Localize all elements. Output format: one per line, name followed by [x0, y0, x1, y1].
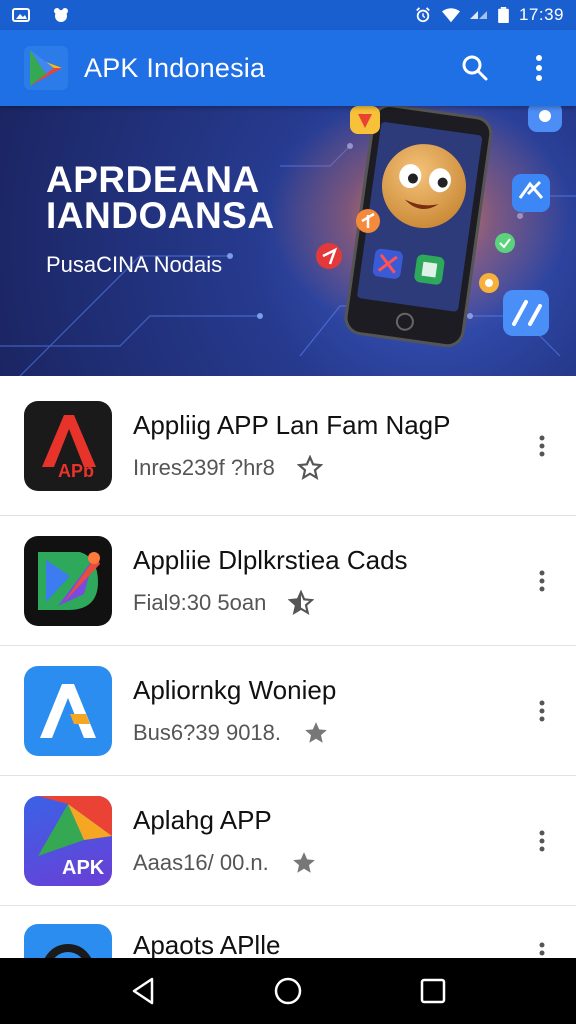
star-outline-icon[interactable]	[296, 455, 323, 481]
app-actions	[458, 51, 556, 85]
app-bar: APK Indonesia	[0, 30, 576, 106]
adobe-style-app-glyph: APb	[42, 414, 96, 481]
search-button[interactable]	[458, 51, 492, 85]
app-subtitle: Fial9:30 5oan	[133, 590, 267, 615]
more-vert-icon	[536, 55, 542, 81]
banner-headline: APRDEANA IANDOANSA	[46, 159, 275, 236]
app-title: Appliig APP Lan Fam NagP	[133, 410, 451, 440]
item-texts: Appliig APP Lan Fam NagP Inres239f ?hr8	[133, 410, 506, 481]
system-nav-bar	[0, 958, 576, 1024]
item-texts: Apliornkg Woniep Bus6?39 9018.	[133, 675, 506, 746]
more-vert-icon	[539, 830, 545, 851]
item-more-button[interactable]	[530, 429, 554, 463]
app-title: Aplahg APP	[133, 805, 272, 835]
status-left	[12, 7, 70, 23]
recents-icon	[421, 978, 446, 1004]
back-button[interactable]	[123, 971, 163, 1011]
bird-app-glyph	[38, 551, 100, 610]
adobe-style-app-icon: APb	[24, 400, 112, 491]
more-vert-icon	[539, 435, 545, 456]
banner-illustration	[0, 106, 576, 376]
gallery-icon	[12, 8, 30, 22]
item-texts: Aplahg APP Aaas16/ 00.n.	[133, 805, 506, 876]
app-subtitle-row: Aaas16/ 00.n.	[133, 850, 506, 876]
list-item[interactable]: APb Appliig APP Lan Fam NagP Inres239f ?…	[0, 376, 576, 516]
list-item[interactable]: Appliie Dlplkrstiea Cads Fial9:30 5oan	[0, 516, 576, 646]
status-bar: 17:39	[0, 0, 576, 30]
star-half-icon[interactable]	[288, 590, 315, 616]
app-subtitle: Aaas16/ 00.n.	[133, 850, 269, 875]
app-list: APb Appliig APP Lan Fam NagP Inres239f ?…	[0, 376, 576, 1024]
notification-icon	[54, 8, 68, 22]
app-title: APK Indonesia	[84, 52, 266, 83]
app-subtitle-row: Inres239f ?hr8	[133, 455, 506, 481]
back-icon	[132, 977, 153, 1005]
banner-headline-line2: IANDOANSA	[46, 195, 275, 236]
app-subtitle: Bus6?39 9018.	[133, 720, 282, 745]
apk-app-glyph: APK	[38, 795, 112, 879]
apk-app-icon: APK	[24, 795, 112, 886]
recents-button[interactable]	[413, 971, 453, 1011]
alarm-icon	[416, 7, 430, 23]
overflow-menu-button[interactable]	[522, 51, 556, 85]
banner-headline-line1: APRDEANA	[46, 159, 260, 200]
list-item[interactable]: APK Aplahg APP Aaas16/ 00.n.	[0, 776, 576, 906]
play-store-logo	[24, 46, 68, 90]
item-texts: Apaots APlle	[133, 930, 506, 961]
wifi-icon	[441, 8, 460, 23]
app-subtitle-row: Bus6?39 9018.	[133, 720, 506, 746]
letter-a-app-icon	[24, 665, 112, 756]
search-icon	[462, 55, 488, 81]
app-title: Appliie Dlplkrstiea Cads	[133, 545, 408, 575]
home-icon	[274, 977, 302, 1005]
status-time: 17:39	[518, 5, 564, 24]
signal-icon	[469, 11, 487, 19]
battery-icon	[498, 7, 509, 23]
status-right: 17:39	[414, 5, 564, 25]
banner-subtitle: PusaCINA Nodais	[46, 252, 223, 277]
item-more-button[interactable]	[530, 564, 554, 598]
promo-banner[interactable]: APRDEANA IANDOANSA PusaCINA Nodais	[0, 106, 576, 376]
item-texts: Appliie Dlplkrstiea Cads Fial9:30 5oan	[133, 545, 506, 616]
app-subtitle-row: Fial9:30 5oan	[133, 590, 506, 616]
list-item[interactable]: Apliornkg Woniep Bus6?39 9018.	[0, 646, 576, 776]
app-icon-label: APK	[62, 857, 105, 879]
app-title: Apliornkg Woniep	[133, 675, 337, 705]
home-button[interactable]	[268, 971, 308, 1011]
item-more-button[interactable]	[530, 694, 554, 728]
app-subtitle: Inres239f ?hr8	[133, 455, 275, 480]
bird-app-icon	[24, 535, 112, 626]
more-vert-icon	[539, 570, 545, 591]
item-more-button[interactable]	[530, 824, 554, 858]
more-vert-icon	[539, 700, 545, 721]
star-filled-icon[interactable]	[291, 850, 317, 876]
star-filled-icon[interactable]	[303, 720, 329, 746]
app-icon-label: APb	[58, 461, 94, 481]
app-title: Apaots APlle	[133, 930, 281, 960]
letter-a-app-glyph	[40, 683, 96, 738]
